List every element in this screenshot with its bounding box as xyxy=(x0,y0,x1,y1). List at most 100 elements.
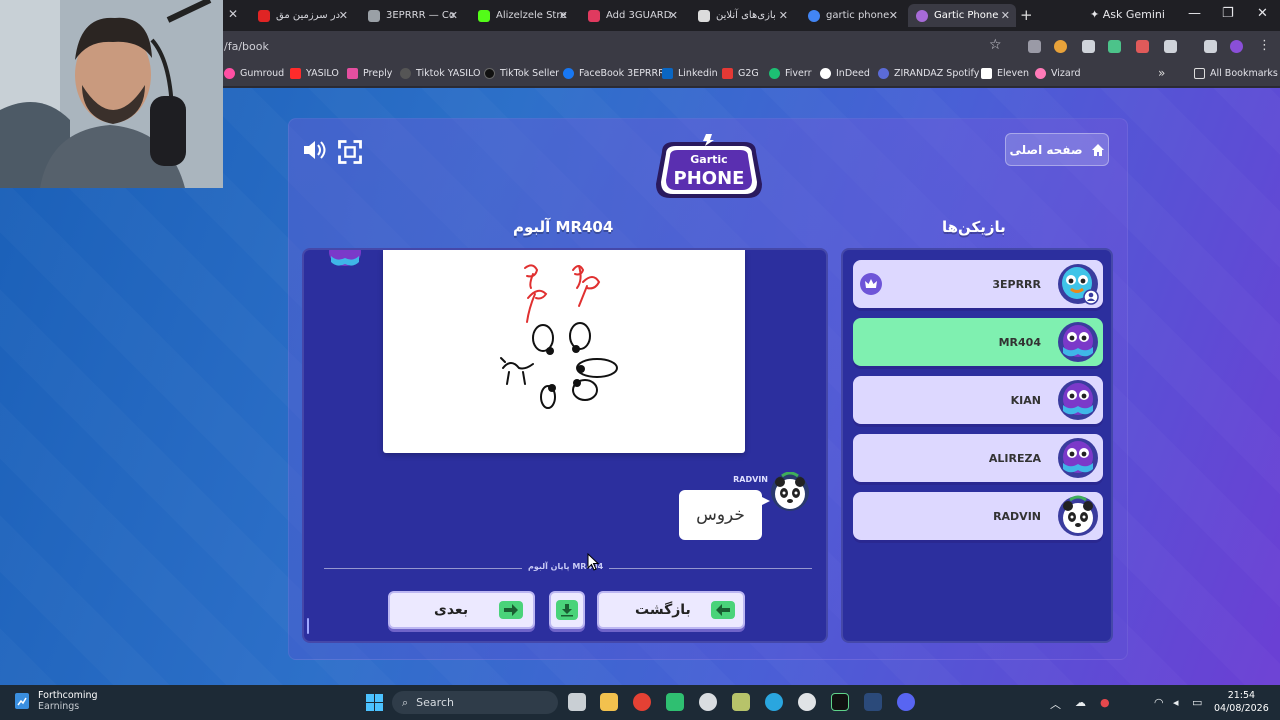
players-panel: 3EPRRR MR404 KIAN ALIREZA RADVIN xyxy=(841,248,1113,643)
bookmark-item[interactable]: Linkedin xyxy=(662,68,718,79)
player-card[interactable]: RADVIN xyxy=(853,492,1103,540)
restore-icon[interactable]: ❐ xyxy=(1222,6,1234,21)
close-icon[interactable]: ✕ xyxy=(1001,9,1010,22)
close-icon[interactable]: ✕ xyxy=(559,9,568,22)
bookmark-item[interactable]: Tiktok YASILO xyxy=(400,68,481,79)
news-subtitle: Earnings xyxy=(38,701,80,712)
browser-tab-active[interactable]: Gartic Phone ✕ xyxy=(908,4,1016,27)
all-bookmarks[interactable]: All Bookmarks xyxy=(1194,68,1278,79)
browser-tab[interactable]: در سرزمین مق ✕ xyxy=(250,4,354,27)
clock-date: 04/08/2026 xyxy=(1214,703,1269,714)
bookmark-label: Eleven xyxy=(997,68,1029,79)
bookmark-item[interactable]: ZIRANDAZ Spotify xyxy=(878,68,979,79)
player-card[interactable]: KIAN xyxy=(853,376,1103,424)
player-card-active[interactable]: MR404 xyxy=(853,318,1103,366)
player-card[interactable]: ALIREZA xyxy=(853,434,1103,482)
back-button[interactable]: بازگشت xyxy=(597,591,745,629)
url-field[interactable]: /fa/book xyxy=(224,40,269,53)
heart-icon xyxy=(588,9,600,22)
ask-gemini-label: Ask Gemini xyxy=(1102,8,1165,21)
bookmark-star-icon[interactable]: ☆ xyxy=(989,37,1002,53)
sound-icon[interactable] xyxy=(300,136,328,164)
puzzle-icon[interactable] xyxy=(1164,40,1177,53)
back-button-label: بازگشت xyxy=(635,602,691,618)
app-icon[interactable] xyxy=(666,693,684,711)
bookmark-label: ZIRANDAZ Spotify xyxy=(894,68,980,79)
home-button[interactable]: صفحه اصلی xyxy=(1005,133,1109,166)
close-window-icon[interactable]: ✕ xyxy=(1257,6,1268,21)
download-button[interactable] xyxy=(549,591,585,629)
bookmark-item[interactable]: Gumroud xyxy=(224,68,284,79)
bookmark-item[interactable]: InDeed xyxy=(820,68,870,79)
news-widget[interactable]: Forthcoming Earnings xyxy=(14,690,98,712)
close-icon[interactable]: ✕ xyxy=(779,9,788,22)
close-icon[interactable]: ✕ xyxy=(669,9,678,22)
browser-tab[interactable]: 3EPRRR — Co ✕ xyxy=(360,4,464,27)
clock[interactable]: 21:54 04/08/2026 xyxy=(1214,689,1269,715)
close-icon[interactable]: ✕ xyxy=(228,7,238,21)
minimize-icon[interactable]: — xyxy=(1188,6,1201,21)
elevenlabs-icon xyxy=(981,68,992,79)
players-title: بازیکن‌ها xyxy=(942,218,1006,236)
bookmark-item[interactable]: FaceBook 3EPRRR xyxy=(563,68,665,79)
extension-icon[interactable] xyxy=(1054,40,1067,53)
terminal-icon[interactable] xyxy=(831,693,849,711)
wifi-icon[interactable]: ◠ xyxy=(1154,696,1164,709)
logo-line1: Gartic xyxy=(690,153,727,166)
steam-icon[interactable] xyxy=(864,693,882,711)
chatgpt-icon[interactable] xyxy=(699,693,717,711)
close-icon[interactable]: ✕ xyxy=(889,9,898,22)
logo-line2: PHONE xyxy=(674,168,745,189)
bookmark-item[interactable]: Vizard xyxy=(1035,68,1081,79)
volume-icon[interactable]: ◂ xyxy=(1173,696,1179,709)
chrome-icon[interactable] xyxy=(633,693,651,711)
browser-tab[interactable]: Add 3GUARD ✕ xyxy=(580,4,684,27)
fullscreen-icon[interactable] xyxy=(336,138,364,166)
extension-icon[interactable] xyxy=(1028,40,1041,53)
all-bookmarks-label: All Bookmarks xyxy=(1210,68,1278,79)
shield-icon[interactable] xyxy=(1082,40,1095,53)
browser-tab[interactable]: gartic phone ✕ xyxy=(800,4,904,27)
microphone-icon[interactable]: ● xyxy=(1100,696,1110,709)
extension-icon[interactable] xyxy=(1108,40,1121,53)
youtube-icon xyxy=(258,9,270,22)
bookmark-item[interactable]: Eleven xyxy=(981,68,1029,79)
new-tab-button[interactable]: + xyxy=(1020,6,1033,24)
linkedin-icon xyxy=(662,68,673,79)
taskbar-search[interactable]: ⌕ Search xyxy=(392,691,558,714)
search-icon: ⌕ xyxy=(402,695,409,709)
bookmark-item[interactable]: TikTok Seller xyxy=(484,68,559,79)
chevron-up-icon[interactable]: ︿ xyxy=(1050,696,1061,712)
bookmark-item[interactable]: YASILO xyxy=(290,68,339,79)
streamer-camera-feed xyxy=(0,0,223,188)
extension-icon[interactable] xyxy=(1136,40,1149,53)
chevron-right-icon[interactable]: » xyxy=(1158,66,1165,80)
side-panel-icon[interactable] xyxy=(1204,40,1217,53)
app-icon[interactable] xyxy=(732,693,750,711)
telegram-icon[interactable] xyxy=(765,693,783,711)
task-view-icon[interactable] xyxy=(568,693,586,711)
windows-start-icon[interactable] xyxy=(366,694,383,711)
indeed-icon xyxy=(820,68,831,79)
close-icon[interactable]: ✕ xyxy=(339,9,348,22)
app-icon[interactable] xyxy=(798,693,816,711)
profile-avatar[interactable] xyxy=(1230,40,1243,53)
home-button-label: صفحه اصلی xyxy=(1009,142,1083,157)
webcam-overlay xyxy=(0,0,223,188)
browser-tab[interactable]: Alizelzele Stre ✕ xyxy=(470,4,574,27)
scroll-handle[interactable] xyxy=(307,618,309,634)
next-button[interactable]: بعدی xyxy=(388,591,535,629)
ask-gemini-button[interactable]: ✦ Ask Gemini xyxy=(1090,8,1165,21)
cloud-icon[interactable]: ☁ xyxy=(1075,696,1086,709)
browser-tab[interactable]: بازی‌های آنلاین ✕ xyxy=(690,4,794,27)
discord-icon[interactable] xyxy=(897,693,915,711)
battery-icon[interactable]: ▭ xyxy=(1192,696,1202,709)
player-card[interactable]: 3EPRRR xyxy=(853,260,1103,308)
bookmark-item[interactable]: G2G xyxy=(722,68,759,79)
file-explorer-icon[interactable] xyxy=(600,693,618,711)
bookmark-item[interactable]: Preply xyxy=(347,68,392,79)
bookmark-item[interactable]: Fiverr xyxy=(769,68,812,79)
close-icon[interactable]: ✕ xyxy=(449,9,458,22)
drawing-canvas xyxy=(383,250,745,453)
menu-kebab-icon[interactable]: ⋮ xyxy=(1258,38,1271,53)
